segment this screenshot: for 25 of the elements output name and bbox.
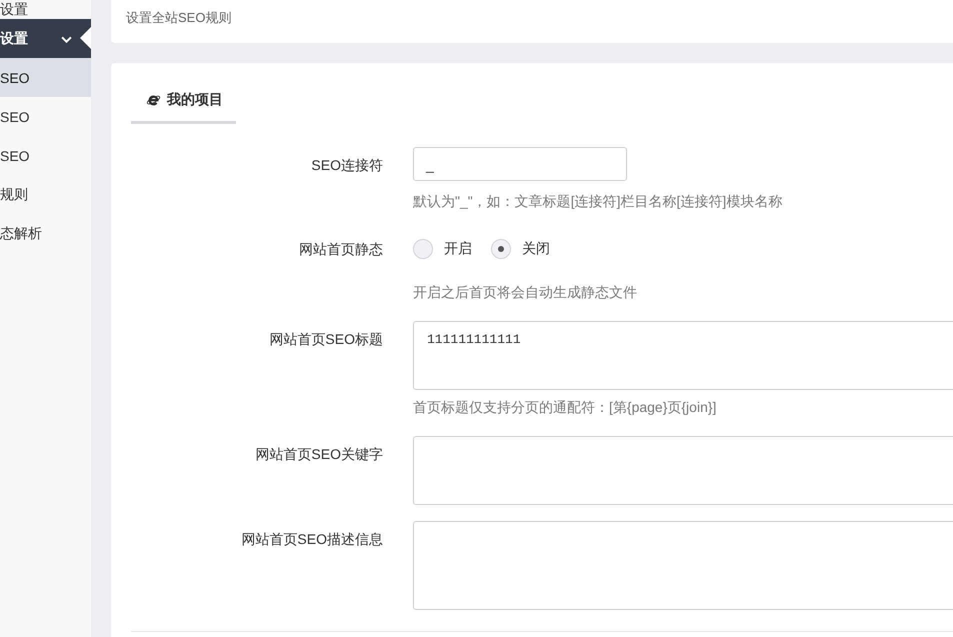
- text-input[interactable]: _: [413, 147, 627, 181]
- sidebar-subitem[interactable]: SEO: [0, 97, 91, 136]
- page-description: 设置全站SEO规则: [126, 10, 232, 25]
- radio-icon[interactable]: [413, 239, 433, 259]
- sidebar-subitem[interactable]: 规则: [0, 175, 91, 214]
- field-label: SEO连接符: [311, 156, 383, 175]
- help-text: 首页标题仅支持分页的通配符：[第{page}页{join}]: [413, 398, 716, 417]
- textarea-field[interactable]: 111111111111: [413, 321, 953, 390]
- radio-option[interactable]: 开启: [413, 239, 472, 259]
- sidebar-subitem[interactable]: 态解析: [0, 214, 91, 253]
- textarea-field[interactable]: [413, 521, 953, 610]
- sidebar-subitem[interactable]: SEO: [0, 136, 91, 175]
- field-label: 网站首页静态: [299, 240, 383, 259]
- tab[interactable]: 我的项目: [131, 87, 236, 124]
- sidebar-subitem[interactable]: SEO: [0, 58, 91, 97]
- help-text: 默认为"_"，如：文章标题[连接符]栏目名称[连接符]模块名称: [413, 192, 782, 211]
- radio-icon[interactable]: [491, 239, 511, 259]
- field-label: 网站首页SEO关键字: [255, 445, 383, 464]
- help-text: 开启之后首页将会自动生成静态文件: [413, 283, 637, 302]
- textarea-field[interactable]: [413, 436, 953, 505]
- sidebar-item[interactable]: 设置: [0, 19, 91, 58]
- field-label: 网站首页SEO标题: [269, 330, 383, 349]
- sidebar-item[interactable]: 设置: [0, 0, 91, 19]
- field-label: 网站首页SEO描述信息: [241, 530, 383, 549]
- radio-option[interactable]: 关闭: [491, 239, 550, 259]
